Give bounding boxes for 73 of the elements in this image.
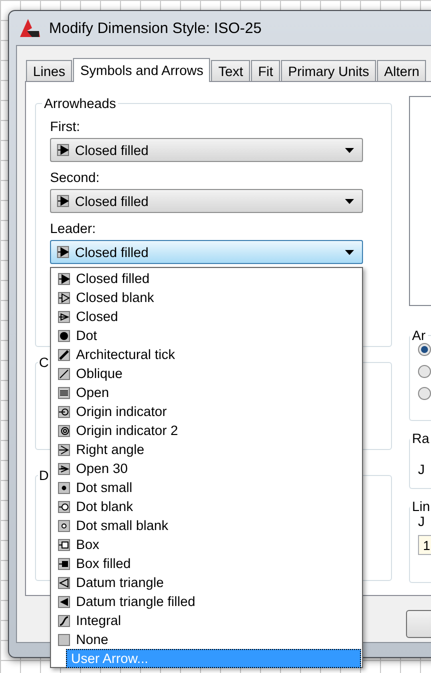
tab[interactable]: Lines	[26, 60, 72, 81]
dropdown-item[interactable]: None	[52, 630, 361, 649]
caret-icon	[345, 148, 354, 152]
option-label: J	[418, 462, 425, 477]
item-label: Dot small	[76, 480, 132, 495]
dropdown-item[interactable]: Datum triangle filled	[52, 592, 361, 611]
tab[interactable]: Primary Units	[281, 60, 376, 81]
dropdown-item[interactable]: Closed filled	[52, 269, 361, 288]
dropdown-item[interactable]: Oblique	[52, 364, 361, 383]
item-label: Architectural tick	[76, 347, 176, 362]
item-label: Datum triangle filled	[76, 594, 196, 609]
item-label: None	[76, 632, 108, 647]
item-label: Origin indicator	[76, 404, 167, 419]
radio-button[interactable]	[418, 343, 431, 356]
field-label: Second:	[50, 170, 101, 186]
group-title: Lin	[411, 499, 431, 514]
caret-icon	[345, 250, 354, 254]
group-title: Ar	[411, 328, 426, 343]
dropdown-item[interactable]: Box filled	[52, 554, 361, 573]
group-title: C	[38, 355, 50, 370]
item-label: Open	[76, 385, 110, 400]
group-title: D	[38, 468, 50, 483]
dropdown-item[interactable]: Dot small	[52, 478, 361, 497]
dropdown-item[interactable]: Integral	[52, 611, 361, 630]
item-label: User Arrow...	[71, 651, 148, 666]
item-label: Open 30	[76, 461, 128, 476]
item-label: Closed blank	[76, 290, 154, 305]
dropdown-item[interactable]: Dot	[52, 326, 361, 345]
tab[interactable]: Text	[211, 60, 250, 81]
dropdown-item[interactable]: Open	[52, 383, 361, 402]
app-logo-icon	[19, 18, 41, 38]
item-label: Dot blank	[76, 499, 134, 514]
dropdown-item[interactable]: Architectural tick	[52, 345, 361, 364]
dropdown-item[interactable]: Box	[52, 535, 361, 554]
item-label: Right angle	[76, 442, 144, 457]
option-label: J	[418, 514, 426, 529]
dropdown-item[interactable]: Datum triangle	[52, 573, 361, 592]
item-label: Oblique	[76, 366, 123, 381]
arrowhead-icon	[57, 144, 69, 156]
field-label: First:	[50, 119, 81, 135]
dropdown-item[interactable]: Origin indicator	[52, 402, 361, 421]
dropdown-item[interactable]: Open 30	[52, 459, 361, 478]
group-title: Ra	[411, 431, 430, 446]
radio-button[interactable]	[418, 387, 431, 400]
item-label: Integral	[76, 613, 122, 628]
tab[interactable]: Fit	[251, 60, 280, 81]
item-label: Box filled	[76, 556, 131, 571]
item-label: Origin indicator 2	[76, 423, 178, 438]
item-label: Datum triangle	[76, 575, 164, 590]
item-label: Closed	[76, 309, 118, 324]
tab[interactable]: Altern	[377, 60, 426, 81]
dropdown-item[interactable]: Closed blank	[52, 288, 361, 307]
arrowhead-icon	[57, 195, 69, 207]
tab[interactable]: Symbols and Arrows	[73, 58, 210, 82]
dropdown-item[interactable]: Origin indicator 2	[52, 421, 361, 440]
item-label: Closed filled	[76, 271, 150, 286]
item-label: Dot small blank	[76, 518, 168, 533]
radio-button[interactable]	[418, 365, 431, 378]
arrowhead-dropdown[interactable]: Closed filled	[50, 138, 363, 162]
item-label: Dot	[76, 328, 98, 343]
input-field[interactable]: 1	[418, 535, 431, 555]
window-title: Modify Dimension Style: ISO-25	[49, 20, 262, 36]
group-title: Arrowheads	[43, 96, 118, 111]
dropdown-item[interactable]: Dot blank	[52, 497, 361, 516]
arrowhead-icon	[57, 246, 69, 258]
dropdown-item[interactable]: Closed	[52, 307, 361, 326]
dropdown-item[interactable]: Right angle	[52, 440, 361, 459]
field-label: Leader:	[50, 221, 97, 237]
dropdown-item[interactable]: Dot small blank	[52, 516, 361, 535]
arrowhead-dropdown[interactable]: Closed filled	[50, 189, 363, 213]
arrowhead-dropdown[interactable]: Closed filled	[50, 240, 363, 264]
caret-icon	[345, 198, 354, 204]
item-label: Box	[76, 537, 100, 552]
